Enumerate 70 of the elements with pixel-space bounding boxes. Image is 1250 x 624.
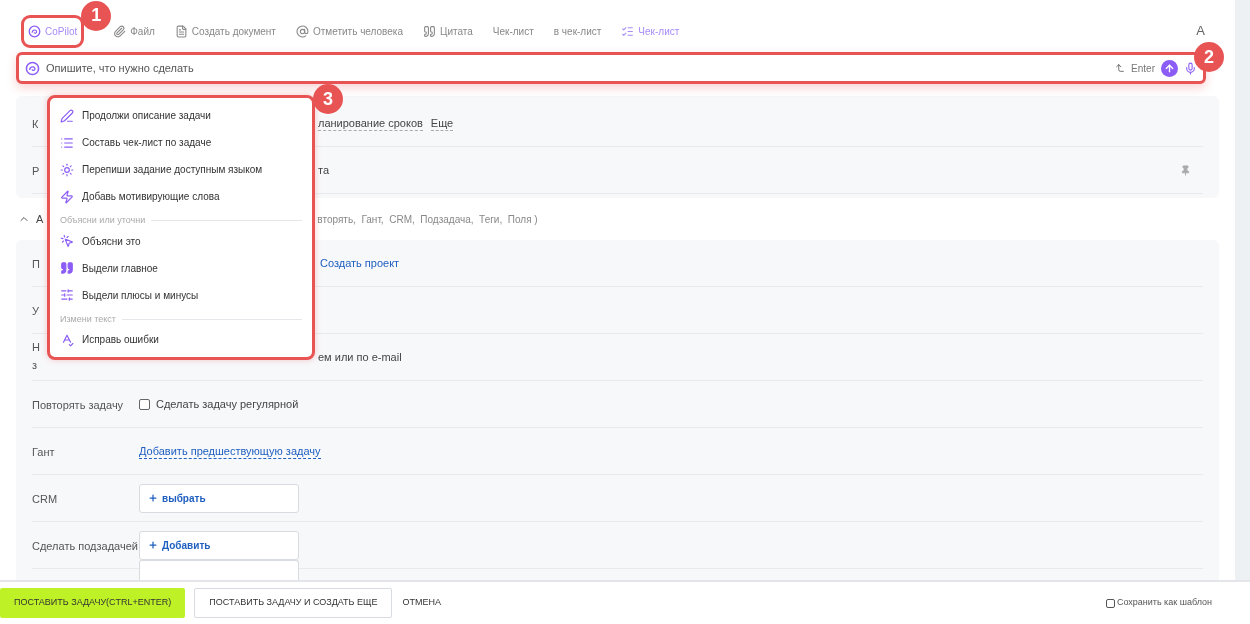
menu-item[interactable]: Составь чек-лист по задаче [60, 129, 302, 156]
prompt-placeholder: Опишите, что нужно сделать [46, 60, 194, 76]
section-summary: вторять, Гант, CRM, Подзадача, Теги, Поля ) [317, 212, 538, 227]
toolbar-button[interactable]: Отметить человека [295, 23, 403, 39]
font-letter[interactable]: A [1196, 21, 1205, 41]
menu-section-header: Измени текст [60, 312, 116, 326]
microphone-icon[interactable] [1184, 61, 1197, 75]
menu-item[interactable]: Объясни это [60, 227, 302, 255]
section-label: А [36, 211, 44, 227]
callout-number: 2 [1194, 42, 1224, 72]
return-icon [1115, 63, 1126, 73]
field-label: У [32, 304, 39, 319]
submit-and-new-button[interactable]: ПОСТАВИТЬ ЗАДАЧУ И СОЗДАТЬ ЕЩЕ [194, 588, 393, 618]
pointer-click-icon [60, 234, 74, 248]
document-icon [174, 24, 188, 38]
arrow-up-icon [1164, 62, 1175, 74]
submit-button[interactable]: ПОСТАВИТЬ ЗАДАЧУ(CTRL+ENTER) [0, 588, 186, 618]
quote-icon [423, 24, 436, 38]
field-label: Сделать подзадачей [32, 539, 138, 554]
list-icon [60, 135, 74, 150]
option-link[interactable]: ланирование сроков [318, 115, 423, 131]
menu-item[interactable]: Исправь ошибки [60, 326, 302, 353]
toolbar-button[interactable]: Создать документ [174, 23, 276, 39]
lightning-icon [60, 189, 74, 204]
menu-item[interactable]: Добавь мотивирующие слова [60, 183, 302, 210]
swirl-logo-icon [25, 60, 40, 76]
spell-check-icon [60, 332, 74, 347]
enter-hint: Enter [1131, 61, 1155, 76]
field-label: Повторять задачу [32, 398, 124, 413]
quote-icon [60, 261, 74, 275]
select-field[interactable]: Добавить [139, 530, 299, 560]
menu-section-header: Объясни или уточни [60, 214, 146, 227]
create-project-link[interactable]: Создать проект [320, 254, 400, 272]
menu-item[interactable]: Выдели главное [60, 254, 302, 282]
checkbox-label: Сохранить как шаблон [1116, 596, 1212, 610]
field-label: К [32, 117, 39, 132]
field-label: Р [32, 164, 40, 179]
callout-number: 3 [313, 84, 343, 114]
toolbar-button[interactable]: Чек-лист [492, 23, 534, 39]
checkbox-label: Сделать задачу регулярной [156, 396, 299, 412]
menu-item[interactable]: Продолжи описание задачи [60, 102, 302, 129]
sun-icon [60, 162, 74, 177]
field-label: CRM [32, 492, 58, 507]
menu-item[interactable]: Перепиши задание доступным языком [60, 156, 302, 183]
add-task-link[interactable]: Добавить предшествующую задачу [139, 443, 321, 459]
option-link[interactable]: Еще [430, 115, 454, 131]
field-value: та [318, 162, 330, 178]
select-field[interactable]: выбрать [139, 483, 299, 513]
pin-icon[interactable] [1180, 164, 1191, 176]
field-label: П [32, 257, 40, 272]
field-label: Н з [32, 340, 40, 373]
checklist-icon [621, 24, 635, 38]
at-sign-icon [295, 24, 309, 38]
plus-icon [148, 540, 158, 550]
menu-item[interactable]: Выдели плюсы и минусы [60, 281, 302, 309]
toolbar-button[interactable]: Файл [113, 23, 155, 39]
sliders-icon [60, 288, 74, 302]
toolbar-button[interactable]: в чек-лист [553, 23, 602, 39]
checkbox[interactable] [139, 398, 150, 410]
pen-icon [60, 108, 74, 123]
field-label: Гант [32, 445, 55, 460]
paperclip-icon [113, 24, 127, 38]
field-value: ем или по e-mail [318, 349, 402, 365]
plus-icon [148, 493, 158, 503]
swirl-logo-icon [28, 24, 41, 38]
cancel-button[interactable]: ОТМЕНА [402, 596, 441, 610]
callout-number: 1 [81, 0, 112, 31]
checkbox[interactable] [1105, 598, 1115, 608]
send-button[interactable] [1161, 59, 1178, 77]
toolbar-button[interactable]: Цитата [423, 23, 473, 39]
